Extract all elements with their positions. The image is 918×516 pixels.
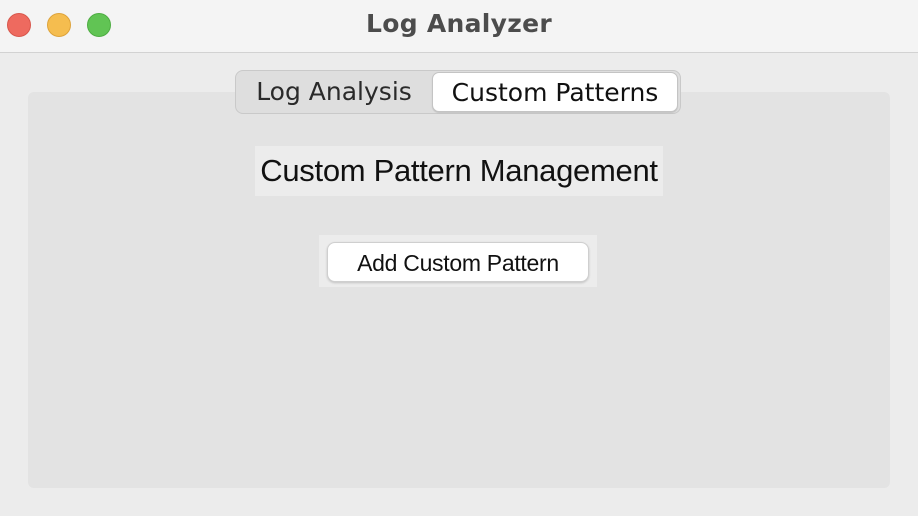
app-window: Log Analyzer Log Analysis Custom Pattern… (0, 0, 918, 516)
button-container: Add Custom Pattern (319, 235, 597, 287)
page-title: Custom Pattern Management (260, 153, 658, 188)
window-title: Log Analyzer (365, 9, 553, 38)
add-custom-pattern-button[interactable]: Add Custom Pattern (327, 242, 589, 282)
title-bar: Log Analyzer (0, 0, 918, 53)
tab-custom-patterns[interactable]: Custom Patterns (432, 72, 678, 112)
tab-bar: Log Analysis Custom Patterns (235, 70, 681, 114)
heading-container: Custom Pattern Management (255, 146, 663, 196)
tab-log-analysis[interactable]: Log Analysis (236, 71, 432, 113)
